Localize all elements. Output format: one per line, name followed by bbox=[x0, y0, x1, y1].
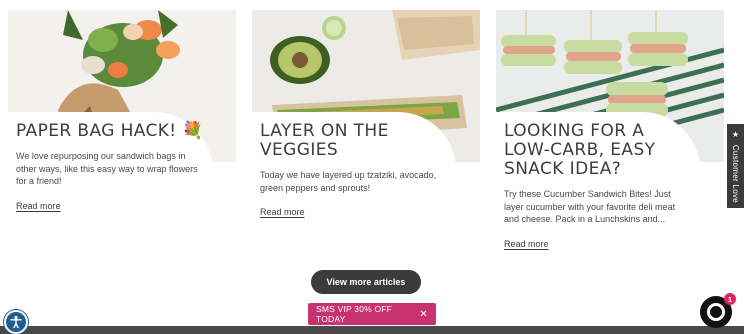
article-title[interactable]: LAYER ON THE VEGGIES bbox=[260, 122, 448, 160]
article-body: LOOKING FOR A LOW-CARB, EASY SNACK IDEA?… bbox=[496, 112, 700, 258]
article-card: LOOKING FOR A LOW-CARB, EASY SNACK IDEA?… bbox=[496, 10, 724, 258]
article-title[interactable]: LOOKING FOR A LOW-CARB, EASY SNACK IDEA? bbox=[504, 122, 692, 179]
chat-notification-badge: 1 bbox=[724, 293, 736, 305]
article-title[interactable]: PAPER BAG HACK! 💐 bbox=[16, 122, 204, 141]
view-more-articles-button[interactable]: View more articles bbox=[311, 270, 421, 294]
article-excerpt: Today we have layered up tzatziki, avoca… bbox=[260, 170, 437, 193]
article-card: PAPER BAG HACK! 💐 We love repurposing ou… bbox=[8, 10, 236, 220]
close-icon[interactable]: ✕ bbox=[419, 309, 428, 320]
article-excerpt: We love repurposing our sandwich bags in… bbox=[16, 151, 198, 186]
article-body: PAPER BAG HACK! 💐 We love repurposing ou… bbox=[8, 112, 212, 220]
read-more-link[interactable]: Read more bbox=[260, 207, 305, 217]
article-card: LAYER ON THE VEGGIES Today we have layer… bbox=[252, 10, 480, 226]
footer-strip bbox=[0, 326, 744, 334]
chat-icon bbox=[707, 303, 725, 321]
read-more-link[interactable]: Read more bbox=[16, 201, 61, 211]
customer-love-label: Customer Love bbox=[731, 144, 740, 203]
customer-love-tab[interactable]: ★ Customer Love bbox=[727, 124, 744, 208]
read-more-link[interactable]: Read more bbox=[504, 239, 549, 249]
star-icon: ★ bbox=[731, 129, 740, 139]
accessibility-button[interactable] bbox=[4, 310, 28, 334]
sms-promo-text[interactable]: SMS VIP 30% OFF TODAY bbox=[316, 304, 419, 324]
article-excerpt: Try these Cucumber Sandwich Bites! Just … bbox=[504, 189, 676, 224]
article-body: LAYER ON THE VEGGIES Today we have layer… bbox=[252, 112, 456, 226]
sms-promo-banner[interactable]: SMS VIP 30% OFF TODAY ✕ bbox=[308, 303, 436, 325]
accessibility-icon bbox=[10, 315, 22, 329]
